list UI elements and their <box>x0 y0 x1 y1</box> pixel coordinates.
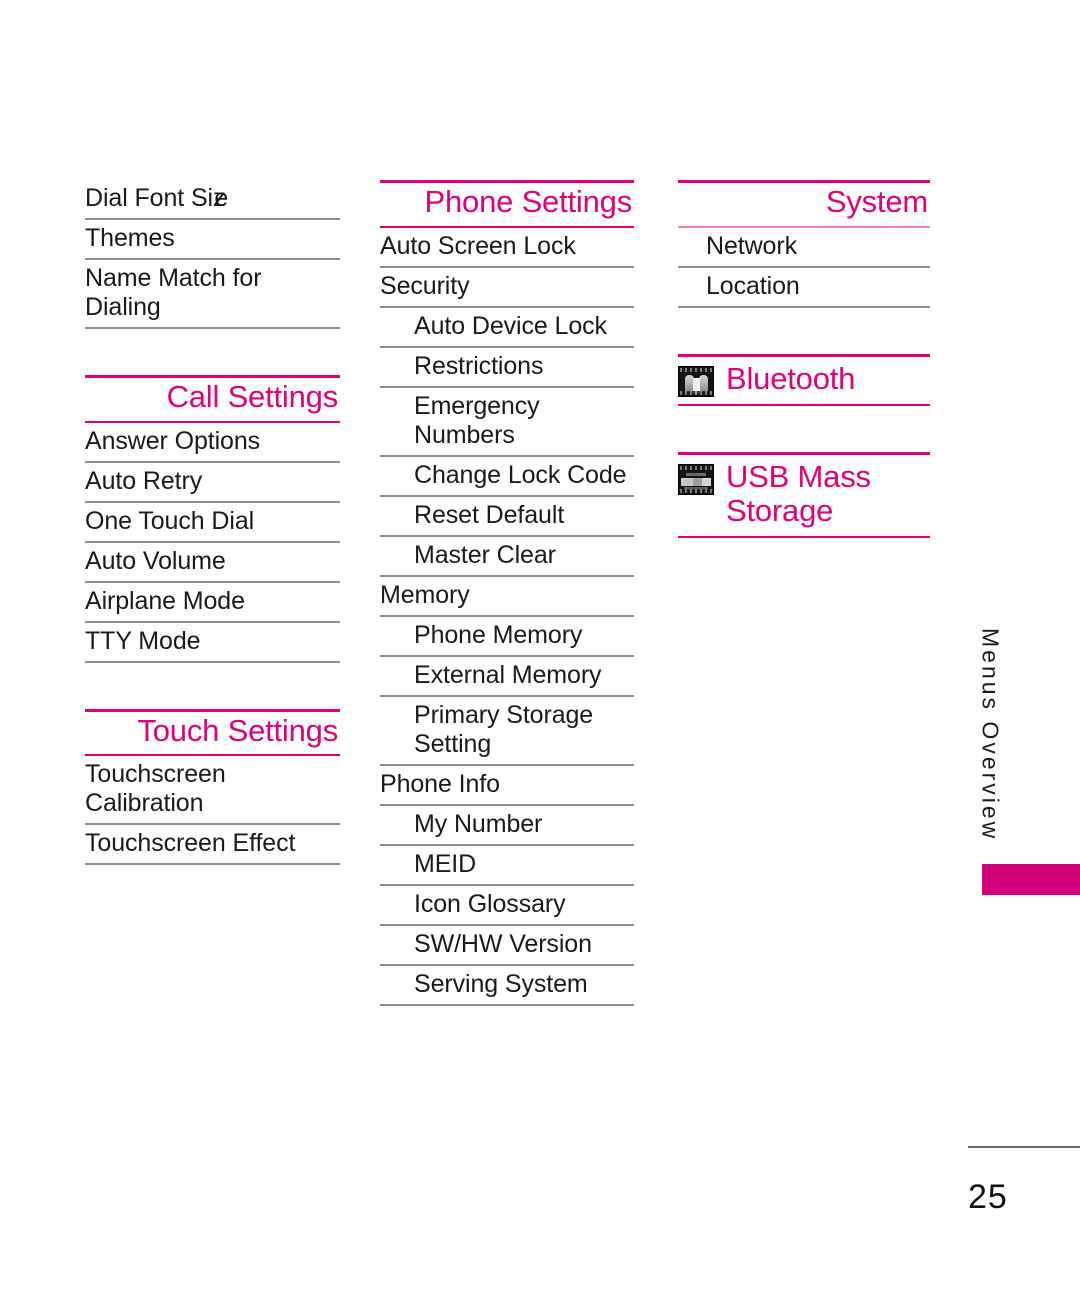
column-left: Dial Font Size Themes Name Match for Dia… <box>85 180 340 866</box>
dial-font-size-artifact: Dial Font Size <box>85 184 229 212</box>
section-usb-mass-storage: USB Mass Storage <box>678 451 930 539</box>
list-item[interactable]: Network <box>678 228 930 268</box>
column-right: System Network Location Bluetooth USB Ma… <box>678 180 930 539</box>
list-item[interactable]: Auto Volume <box>85 543 340 583</box>
list-item[interactable]: Emergency Numbers <box>380 388 634 457</box>
page-number: 25 <box>968 1178 1008 1216</box>
list-item-label: Phone Info <box>380 769 500 798</box>
section-header-bluetooth: Bluetooth <box>678 353 930 406</box>
list-item[interactable]: Serving System <box>380 966 634 1006</box>
list-item-label: TTY Mode <box>85 626 201 655</box>
list-item[interactable]: Name Match for Dialing <box>85 260 340 329</box>
list-item[interactable]: MEID <box>380 846 634 886</box>
list-item-label: My Number <box>414 809 543 838</box>
manual-page: Dial Font Size Themes Name Match for Dia… <box>0 0 1080 1295</box>
list-item-label: Dial Font Size <box>85 184 340 213</box>
section-call-settings: Call Settings Answer Options Auto Retry … <box>85 375 340 663</box>
list-item[interactable]: Master Clear <box>380 537 634 577</box>
footer-divider <box>968 1146 1080 1148</box>
list-item-label: Memory <box>380 580 470 609</box>
section-header-touch-settings: Touch Settings <box>85 708 340 757</box>
list-item-label: One Touch Dial <box>85 506 255 535</box>
list-item[interactable]: Memory <box>380 577 634 617</box>
section-bluetooth: Bluetooth <box>678 353 930 406</box>
list-item[interactable]: Reset Default <box>380 497 634 537</box>
list-item[interactable]: Airplane Mode <box>85 583 340 623</box>
list-item[interactable]: Touchscreen Calibration <box>85 756 340 826</box>
list-item-label: Auto Device Lock <box>414 311 607 340</box>
list-item-label: MEID <box>414 849 477 878</box>
section-touch-settings: Touch Settings Touchscreen Calibration T… <box>85 708 340 866</box>
phone-screenshot-bluetooth-icon <box>678 365 714 397</box>
list-item[interactable]: Phone Memory <box>380 617 634 657</box>
list-item[interactable]: External Memory <box>380 657 634 697</box>
list-item-label: Change Lock Code <box>414 460 627 489</box>
list-item-label: Master Clear <box>414 540 556 569</box>
list-item-label: Security <box>380 271 470 300</box>
list-item[interactable]: Auto Screen Lock <box>380 228 634 268</box>
list-item-label: External Memory <box>414 660 602 689</box>
list-item[interactable]: Icon Glossary <box>380 886 634 926</box>
list-item-label: Airplane Mode <box>85 586 245 615</box>
side-tab-label: Menus Overview <box>977 628 1004 842</box>
list-item[interactable]: Primary Storage Setting <box>380 697 634 766</box>
list-item-label: Serving System <box>414 969 588 998</box>
overlapped-glyph: e <box>214 184 229 212</box>
list-item[interactable]: Dial Font Size <box>85 180 340 220</box>
list-item-label: Touchscreen Effect <box>85 829 296 858</box>
list-item[interactable]: Auto Retry <box>85 463 340 503</box>
list-item-label: Primary Storage Setting <box>414 700 594 758</box>
section-header-call-settings: Call Settings <box>85 375 340 423</box>
list-item[interactable]: Answer Options <box>85 423 340 463</box>
list-item-label: Restrictions <box>414 351 544 380</box>
section-phone-settings: Phone Settings Auto Screen Lock Security… <box>380 180 634 1006</box>
section-header-phone-settings: Phone Settings <box>380 180 634 228</box>
section-header-usb-mass-storage: USB Mass Storage <box>678 451 930 539</box>
section-title: Touch Settings <box>137 712 338 748</box>
list-item-label: Network <box>706 231 797 260</box>
section-title: System <box>825 184 928 219</box>
side-tab: Menus Overview <box>968 628 1012 858</box>
list-item-label: Phone Memory <box>414 620 583 649</box>
list-item-label: Auto Volume <box>85 546 226 575</box>
section-header-system: System <box>678 180 930 228</box>
list-item-label: Icon Glossary <box>414 889 566 918</box>
list-item-label: Name Match for Dialing <box>85 264 262 321</box>
column-middle: Phone Settings Auto Screen Lock Security… <box>380 180 634 1006</box>
section-title: Call Settings <box>166 379 339 414</box>
list-item-label: SW/HW Version <box>414 929 592 958</box>
list-item[interactable]: Themes <box>85 220 340 260</box>
list-item-label: Auto Screen Lock <box>380 231 576 260</box>
section-title: Phone Settings <box>424 184 633 219</box>
section-continued-settings: Dial Font Size Themes Name Match for Dia… <box>85 180 340 329</box>
list-item-label: Themes <box>85 224 175 252</box>
list-item-label: Emergency Numbers <box>414 391 540 449</box>
list-item[interactable]: Phone Info <box>380 766 634 806</box>
list-item[interactable]: My Number <box>380 806 634 846</box>
list-item[interactable]: Change Lock Code <box>380 457 634 497</box>
list-item[interactable]: TTY Mode <box>85 623 340 663</box>
section-title: USB Mass Storage <box>726 458 871 529</box>
section-title: Bluetooth <box>726 360 856 396</box>
list-item-label: Answer Options <box>85 426 261 455</box>
list-item[interactable]: SW/HW Version <box>380 926 634 966</box>
list-item-label: Auto Retry <box>85 466 203 495</box>
list-item[interactable]: Restrictions <box>380 348 634 388</box>
section-system: System Network Location <box>678 180 930 308</box>
list-item-label: Location <box>706 271 800 300</box>
phone-screenshot-usb-icon <box>678 463 714 495</box>
list-item-label: Reset Default <box>414 500 565 529</box>
list-item[interactable]: Touchscreen Effect <box>85 825 340 866</box>
list-item-label: Touchscreen Calibration <box>85 760 226 818</box>
list-item[interactable]: One Touch Dial <box>85 503 340 543</box>
list-item[interactable]: Security <box>380 268 634 308</box>
list-item[interactable]: Location <box>678 268 930 308</box>
list-item[interactable]: Auto Device Lock <box>380 308 634 348</box>
side-tab-marker <box>982 864 1080 895</box>
